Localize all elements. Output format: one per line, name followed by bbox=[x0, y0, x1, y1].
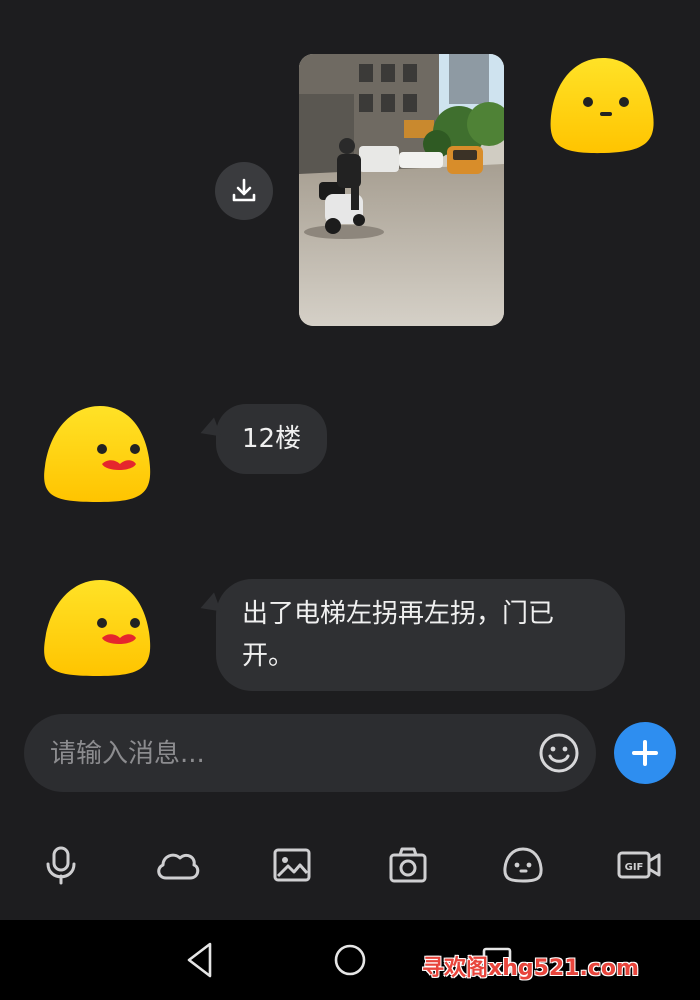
cloud-button[interactable] bbox=[142, 830, 212, 900]
sent-photo[interactable] bbox=[299, 54, 504, 326]
message-text: 12楼 bbox=[242, 424, 302, 454]
plus-icon bbox=[632, 740, 658, 766]
download-button[interactable] bbox=[215, 162, 273, 220]
camera-icon bbox=[389, 847, 427, 883]
more-button[interactable] bbox=[614, 722, 676, 784]
message-bubble[interactable]: 12楼 bbox=[216, 404, 328, 474]
watermark: 寻欢阁xhg521.com bbox=[422, 956, 639, 981]
image-icon bbox=[273, 848, 311, 882]
input-toolbar: GIF bbox=[0, 830, 700, 900]
contact-avatar[interactable] bbox=[42, 578, 154, 678]
home-icon[interactable] bbox=[332, 942, 368, 978]
contact-avatar[interactable] bbox=[42, 404, 154, 504]
download-icon bbox=[232, 178, 256, 202]
smiley-icon bbox=[539, 733, 579, 773]
gif-icon: GIF bbox=[617, 851, 661, 879]
message-composer bbox=[24, 714, 596, 794]
gif-button[interactable]: GIF bbox=[604, 830, 674, 900]
camera-button[interactable] bbox=[373, 830, 443, 900]
voice-button[interactable] bbox=[26, 830, 96, 900]
emoji-button[interactable] bbox=[538, 732, 580, 774]
sticker-button[interactable] bbox=[488, 830, 558, 900]
sticker-icon bbox=[503, 847, 543, 883]
chat-area: 12楼 出了电梯左拐再左拐，门已开。 bbox=[0, 0, 700, 710]
message-bubble[interactable]: 出了电梯左拐再左拐，门已开。 bbox=[216, 579, 625, 691]
cloud-icon bbox=[156, 853, 199, 880]
svg-text:GIF: GIF bbox=[625, 862, 644, 873]
back-icon[interactable] bbox=[184, 940, 216, 980]
message-input[interactable] bbox=[48, 714, 532, 794]
my-avatar[interactable] bbox=[548, 54, 658, 156]
gallery-button[interactable] bbox=[257, 830, 327, 900]
mic-icon bbox=[46, 846, 76, 885]
message-text: 出了电梯左拐再左拐，门已开。 bbox=[242, 599, 555, 671]
